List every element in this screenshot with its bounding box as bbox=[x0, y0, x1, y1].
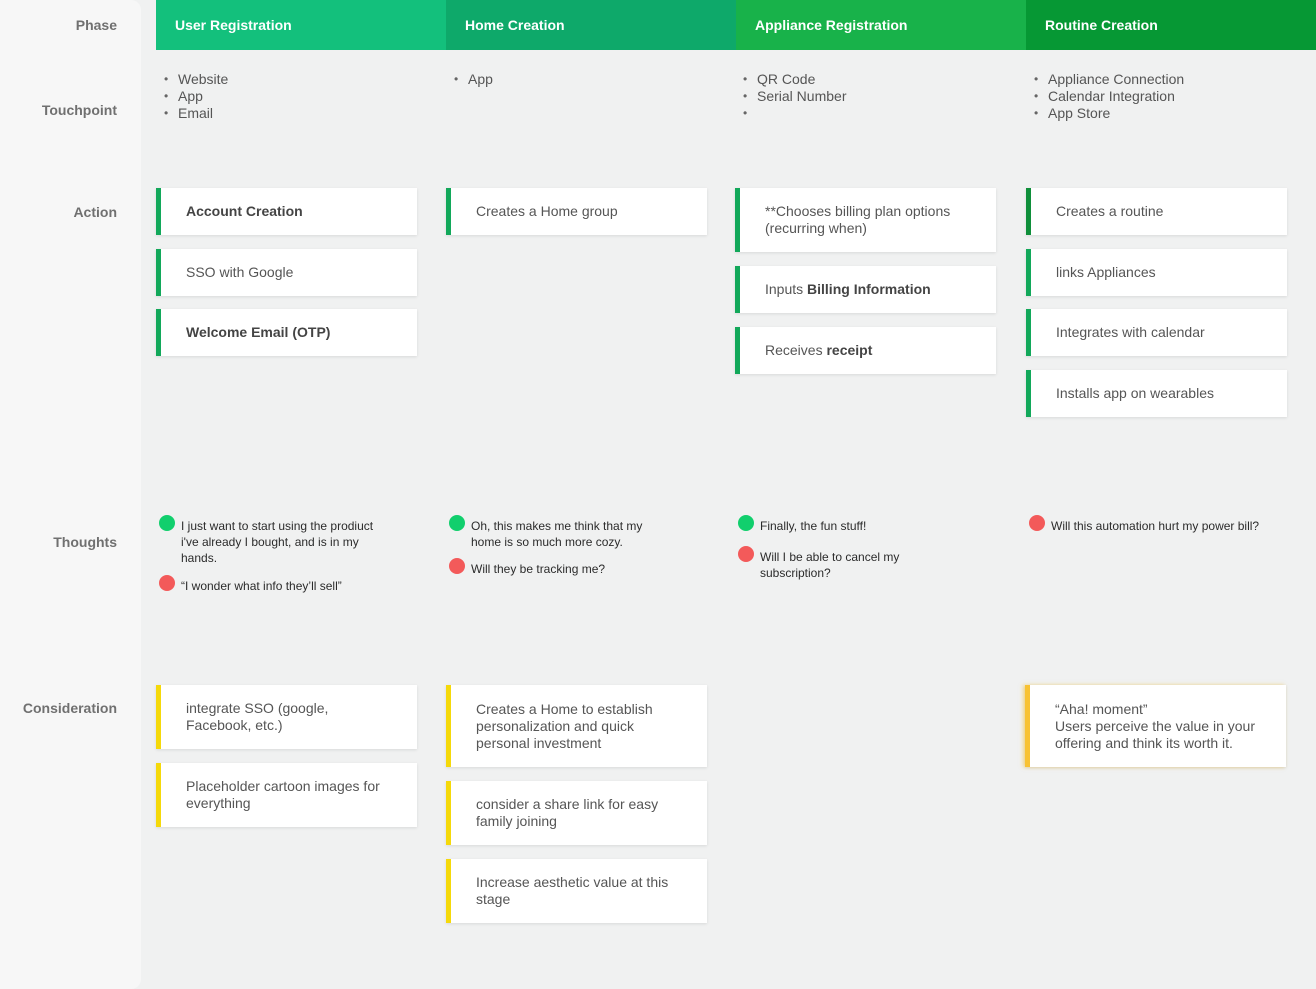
touchpoint-list-user-registration: Website App Email bbox=[164, 71, 228, 122]
touchpoint-list-home-creation: App bbox=[454, 71, 493, 88]
row-label-thoughts: Thoughts bbox=[53, 534, 117, 550]
thought-negative: Will this automation hurt my power bill? bbox=[1029, 515, 1274, 534]
row-label-phase: Phase bbox=[75, 17, 117, 33]
negative-dot-icon bbox=[449, 558, 465, 574]
phase-header-user-registration: User Registration bbox=[156, 0, 446, 50]
thought-negative: Will they be tracking me? bbox=[449, 558, 689, 577]
consideration-text: Creates a Home to establish personalizat… bbox=[476, 700, 653, 751]
touchpoint-item: App bbox=[164, 88, 228, 105]
row-label-touchpoint: Touchpoint bbox=[41, 102, 117, 118]
action-card-billing-plan: **Chooses billing plan options (recurrin… bbox=[735, 188, 996, 252]
consideration-card-share-link: consider a share link for easy family jo… bbox=[446, 781, 707, 845]
touchpoint-item: QR Code bbox=[743, 71, 846, 88]
touchpoint-item: Email bbox=[164, 105, 228, 122]
positive-dot-icon bbox=[738, 515, 754, 531]
thought-negative: Will I be able to cancel my subscription… bbox=[738, 546, 928, 581]
action-text: Creates a routine bbox=[1056, 203, 1164, 219]
phase-header-routine-creation: Routine Creation bbox=[1026, 0, 1316, 50]
action-card-integrates-calendar: Integrates with calendar bbox=[1026, 309, 1287, 356]
action-text: Installs app on wearables bbox=[1056, 385, 1214, 401]
action-card-billing-info: Inputs Billing Information bbox=[735, 266, 996, 313]
action-text: Creates a Home group bbox=[476, 203, 618, 219]
action-text: Receives receipt bbox=[765, 342, 873, 358]
touchpoint-item: Calendar Integration bbox=[1034, 88, 1184, 105]
consideration-body: Users perceive the value in your offerin… bbox=[1055, 717, 1255, 751]
action-card-links-appliances: links Appliances bbox=[1026, 249, 1287, 296]
phase-header-appliance-registration: Appliance Registration bbox=[736, 0, 1026, 50]
thought-text: Will this automation hurt my power bill? bbox=[1051, 519, 1260, 533]
negative-dot-icon bbox=[738, 546, 754, 562]
thought-positive: Oh, this makes me think that my home is … bbox=[449, 515, 674, 550]
touchpoint-item: Appliance Connection bbox=[1034, 71, 1184, 88]
action-card-creates-routine: Creates a routine bbox=[1026, 188, 1287, 235]
action-card-home-group: Creates a Home group bbox=[446, 188, 707, 235]
row-label-consideration: Consideration bbox=[22, 700, 117, 716]
thought-text: I just want to start using the prodiuct … bbox=[181, 519, 374, 565]
action-card-account-creation: Account Creation bbox=[156, 188, 417, 235]
consideration-text: “Aha! moment” Users perceive the value i… bbox=[1055, 701, 1266, 752]
thought-text: Finally, the fun stuff! bbox=[760, 519, 867, 533]
consideration-card-home-personalization: Creates a Home to establish personalizat… bbox=[446, 685, 707, 767]
consideration-text: Placeholder cartoon images for everythin… bbox=[186, 778, 380, 811]
positive-dot-icon bbox=[159, 515, 175, 531]
action-text: **Chooses billing plan options (recurrin… bbox=[765, 203, 951, 236]
consideration-title: “Aha! moment” bbox=[1055, 700, 1148, 717]
consideration-card-integrate-sso: integrate SSO (google, Facebook, etc.) bbox=[156, 685, 417, 749]
consideration-card-aha-moment: “Aha! moment” Users perceive the value i… bbox=[1025, 685, 1286, 767]
touchpoint-list-appliance-registration: QR Code Serial Number bbox=[743, 71, 846, 122]
consideration-text: consider a share link for easy family jo… bbox=[476, 796, 659, 829]
thought-positive: I just want to start using the prodiuct … bbox=[159, 515, 384, 566]
thought-text: Will I be able to cancel my subscription… bbox=[760, 550, 900, 580]
touchpoint-item: App Store bbox=[1034, 105, 1184, 122]
action-text: Account Creation bbox=[186, 203, 303, 219]
positive-dot-icon bbox=[449, 515, 465, 531]
action-text: Integrates with calendar bbox=[1056, 324, 1205, 340]
consideration-card-placeholder-images: Placeholder cartoon images for everythin… bbox=[156, 763, 417, 827]
thought-text: Oh, this makes me think that my home is … bbox=[471, 519, 643, 549]
thought-text: Will they be tracking me? bbox=[471, 562, 606, 576]
consideration-text: Increase aesthetic value at this stage bbox=[476, 874, 669, 907]
touchpoint-item: Serial Number bbox=[743, 88, 846, 105]
row-label-action: Action bbox=[73, 204, 117, 220]
consideration-card-aesthetic-value: Increase aesthetic value at this stage bbox=[446, 859, 707, 923]
action-card-installs-wearables: Installs app on wearables bbox=[1026, 370, 1287, 417]
action-text: SSO with Google bbox=[186, 264, 294, 280]
touchpoint-list-routine-creation: Appliance Connection Calendar Integratio… bbox=[1034, 71, 1184, 122]
touchpoint-item bbox=[743, 105, 846, 122]
thought-negative: “I wonder what info they’ll sell” bbox=[159, 575, 399, 594]
action-text: Inputs Billing Information bbox=[765, 281, 931, 297]
touchpoint-item: Website bbox=[164, 71, 228, 88]
action-card-receipt: Receives receipt bbox=[735, 327, 996, 374]
action-card-sso-google: SSO with Google bbox=[156, 249, 417, 296]
action-text: Welcome Email (OTP) bbox=[186, 324, 331, 340]
negative-dot-icon bbox=[159, 575, 175, 591]
row-label-rail bbox=[0, 0, 141, 989]
action-card-welcome-email: Welcome Email (OTP) bbox=[156, 309, 417, 356]
phase-header-home-creation: Home Creation bbox=[446, 0, 736, 50]
consideration-text: integrate SSO (google, Facebook, etc.) bbox=[186, 700, 329, 733]
thought-positive: Finally, the fun stuff! bbox=[738, 515, 978, 534]
negative-dot-icon bbox=[1029, 515, 1045, 531]
touchpoint-item: App bbox=[454, 71, 493, 88]
action-text: links Appliances bbox=[1056, 264, 1156, 280]
thought-text: “I wonder what info they’ll sell” bbox=[181, 579, 342, 593]
